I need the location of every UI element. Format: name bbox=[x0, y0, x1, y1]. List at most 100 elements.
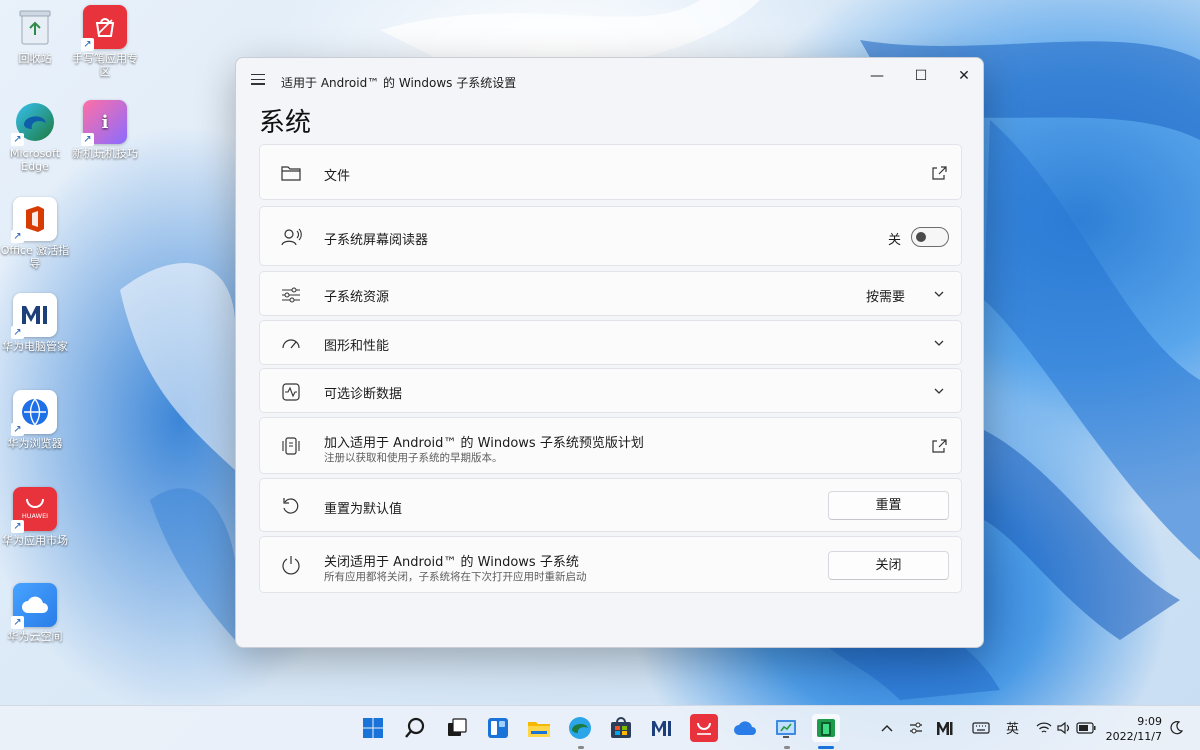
store-icon bbox=[611, 717, 631, 738]
focus-moon-icon[interactable] bbox=[1168, 720, 1184, 736]
hamburger-menu-icon[interactable] bbox=[251, 74, 265, 88]
appgallery-icon: HUAWEI ↗ bbox=[11, 487, 57, 533]
shortcut-arrow-icon: ↗ bbox=[11, 230, 24, 243]
desktop-icon-recycle-bin[interactable]: 回收站 bbox=[0, 5, 70, 65]
desktop-icon-huawei-cloud[interactable]: ↗ 华为云空间 bbox=[0, 583, 70, 643]
close-window-button[interactable]: ✕ bbox=[949, 66, 979, 86]
setting-screen-reader-label: 子系统屏幕阅读器 bbox=[324, 233, 429, 248]
desktop-icon-label: 华为应用市场 bbox=[2, 534, 68, 547]
desktop-icon-pc-manager[interactable]: ↗ 华为电脑管家 bbox=[0, 293, 70, 353]
running-indicator bbox=[578, 746, 584, 749]
preview-program-icon bbox=[282, 437, 300, 455]
screen-reader-toggle[interactable] bbox=[911, 227, 949, 247]
toggle-state-label: 关 bbox=[887, 233, 901, 248]
search-button[interactable] bbox=[401, 714, 429, 742]
huawei-pen-store-icon: ↗ bbox=[81, 5, 127, 51]
setting-shutdown-description: 所有应用都将关闭，子系统将在下次打开应用时重新启动 bbox=[324, 571, 587, 583]
chevron-down-icon[interactable] bbox=[933, 337, 945, 349]
desktop-icon-tips[interactable]: i ↗ 新机玩机技巧 bbox=[70, 100, 140, 160]
pc-manager-tray-icon[interactable] bbox=[936, 720, 954, 736]
setting-files[interactable]: 文件 bbox=[259, 144, 962, 200]
folder-icon bbox=[281, 166, 301, 181]
reset-button[interactable]: 重置 bbox=[828, 491, 949, 520]
desktop-icon-label: 华为浏览器 bbox=[7, 437, 63, 450]
shortcut-arrow-icon: ↗ bbox=[81, 38, 94, 51]
volume-icon[interactable] bbox=[1056, 721, 1072, 735]
desktop-icon-label: 华为电脑管家 bbox=[2, 340, 68, 353]
start-button[interactable] bbox=[359, 714, 387, 742]
huawei-browser-icon: ↗ bbox=[11, 390, 57, 436]
desktop-icon-label: 新机玩机技巧 bbox=[72, 147, 138, 160]
chevron-down-icon[interactable] bbox=[933, 385, 945, 397]
shutdown-button[interactable]: 关闭 bbox=[828, 551, 949, 580]
setting-resources[interactable]: 子系统资源 按需要 bbox=[259, 271, 962, 316]
setting-preview-label: 加入适用于 Android™ 的 Windows 子系统预览版计划 bbox=[324, 436, 644, 451]
huawei-cloud-icon bbox=[734, 721, 756, 735]
desktop-icon-office[interactable]: ↗ Office 激活指导 bbox=[0, 197, 70, 270]
sliders-tray-icon[interactable] bbox=[908, 720, 924, 736]
setting-graphics[interactable]: 图形和性能 bbox=[259, 320, 962, 365]
running-indicator bbox=[784, 746, 790, 749]
search-icon bbox=[405, 717, 425, 738]
edge-icon: ↗ bbox=[11, 100, 57, 146]
wifi-icon[interactable] bbox=[1036, 721, 1052, 735]
taskbar-store[interactable] bbox=[607, 714, 635, 742]
file-explorer-icon bbox=[528, 722, 550, 737]
resources-value: 按需要 bbox=[865, 290, 905, 305]
taskbar: 英 9:09 2022/11/7 bbox=[0, 705, 1200, 750]
taskbar-pc-manager[interactable] bbox=[648, 714, 676, 742]
shortcut-arrow-icon: ↗ bbox=[11, 423, 24, 436]
speedometer-icon bbox=[282, 339, 300, 349]
title-bar[interactable]: 适用于 Android™ 的 Windows 子系统设置 — ☐ ✕ bbox=[236, 58, 983, 92]
taskbar-control-panel[interactable] bbox=[772, 714, 800, 742]
clock-time: 9:09 bbox=[1137, 715, 1162, 728]
task-view-icon bbox=[448, 718, 467, 736]
keyboard-icon[interactable] bbox=[972, 720, 990, 736]
ime-indicator[interactable]: 英 bbox=[1006, 718, 1019, 737]
windows-logo-icon bbox=[363, 718, 383, 738]
taskbar-huawei-cloud[interactable] bbox=[731, 714, 759, 742]
toggle-knob bbox=[916, 232, 926, 242]
chevron-down-icon[interactable] bbox=[933, 288, 945, 300]
office-icon: ↗ bbox=[11, 197, 57, 243]
taskbar-appgallery[interactable] bbox=[690, 714, 718, 742]
task-view-button[interactable] bbox=[443, 714, 471, 742]
shortcut-arrow-icon: ↗ bbox=[81, 133, 94, 146]
widgets-icon bbox=[488, 718, 508, 738]
diagnostics-icon bbox=[282, 383, 300, 401]
wsa-icon bbox=[817, 719, 835, 737]
setting-preview-description: 注册以获取和使用子系统的早期版本。 bbox=[324, 452, 503, 464]
widgets-button[interactable] bbox=[484, 714, 512, 742]
desktop-icon-appgallery[interactable]: HUAWEI ↗ 华为应用市场 bbox=[0, 487, 70, 547]
shortcut-arrow-icon: ↗ bbox=[11, 616, 24, 629]
desktop-icon-label: Microsoft Edge bbox=[9, 147, 61, 173]
setting-screen-reader: 子系统屏幕阅读器 关 bbox=[259, 206, 962, 266]
tips-icon: i ↗ bbox=[81, 100, 127, 146]
external-link-icon[interactable] bbox=[932, 438, 948, 454]
setting-diagnostics[interactable]: 可选诊断数据 bbox=[259, 368, 962, 413]
active-app-indicator bbox=[818, 746, 834, 749]
recycle-bin-icon bbox=[13, 5, 57, 49]
taskbar-file-explorer[interactable] bbox=[525, 714, 553, 742]
appgallery-icon bbox=[697, 722, 711, 735]
shortcut-arrow-icon: ↗ bbox=[11, 520, 24, 533]
desktop-icon-pen-store[interactable]: ↗ 手写笔应用专区 bbox=[70, 5, 140, 78]
maximize-button[interactable]: ☐ bbox=[906, 66, 936, 86]
shortcut-arrow-icon: ↗ bbox=[11, 326, 24, 339]
shortcut-arrow-icon: ↗ bbox=[11, 133, 24, 146]
edge-icon bbox=[569, 717, 591, 739]
desktop-icon-edge[interactable]: ↗ Microsoft Edge bbox=[0, 100, 70, 173]
system-clock[interactable]: 9:09 2022/11/7 bbox=[1106, 714, 1162, 744]
battery-icon[interactable] bbox=[1076, 721, 1096, 735]
chevron-up-icon[interactable] bbox=[880, 722, 894, 734]
setting-resources-label: 子系统资源 bbox=[324, 290, 390, 305]
external-link-icon[interactable] bbox=[932, 165, 948, 181]
taskbar-edge[interactable] bbox=[566, 714, 594, 742]
appgallery-wordmark: HUAWEI bbox=[21, 511, 49, 520]
setting-shutdown-label: 关闭适用于 Android™ 的 Windows 子系统 bbox=[324, 555, 579, 570]
taskbar-wsa-settings[interactable] bbox=[812, 714, 840, 742]
minimize-button[interactable]: — bbox=[862, 66, 892, 86]
setting-preview-program[interactable]: 加入适用于 Android™ 的 Windows 子系统预览版计划 注册以获取和… bbox=[259, 417, 962, 474]
desktop-icon-huawei-browser[interactable]: ↗ 华为浏览器 bbox=[0, 390, 70, 450]
setting-reset: 重置为默认值 重置 bbox=[259, 478, 962, 532]
